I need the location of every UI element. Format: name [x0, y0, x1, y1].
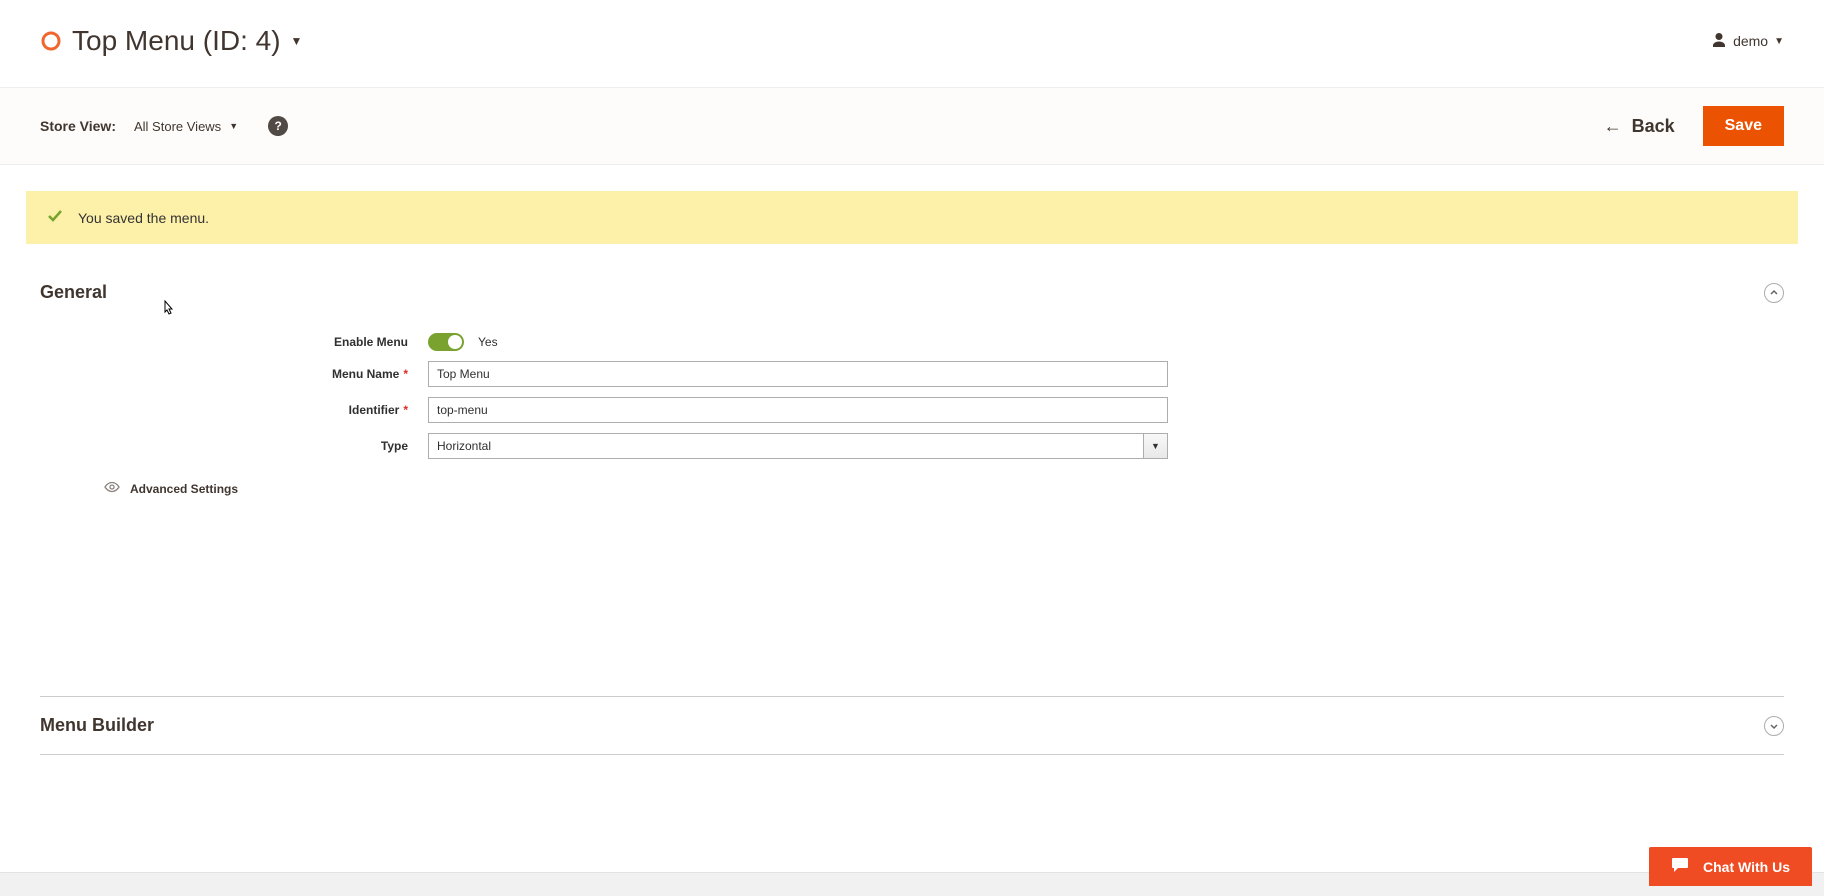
chat-icon	[1671, 857, 1689, 876]
menu-name-input[interactable]	[428, 361, 1168, 387]
chat-widget[interactable]: Chat With Us	[1649, 847, 1812, 886]
toggle-knob	[448, 335, 462, 349]
enable-menu-label: Enable Menu	[40, 335, 428, 349]
save-button[interactable]: Save	[1703, 106, 1784, 146]
enable-menu-value: Yes	[478, 335, 498, 349]
toolbar: Store View: All Store Views ▼ ? ← Back S…	[0, 87, 1824, 165]
advanced-settings-label: Advanced Settings	[130, 482, 238, 496]
arrow-left-icon: ←	[1604, 116, 1622, 137]
user-icon	[1711, 32, 1727, 51]
menu-name-label: Menu Name*	[40, 367, 428, 381]
page-title-text: Top Menu (ID: 4)	[72, 25, 281, 57]
general-section: General Enable Menu Yes Menu Name*	[40, 282, 1784, 496]
store-view-label: Store View:	[40, 118, 116, 134]
collapse-down-icon[interactable]	[1764, 716, 1784, 736]
menu-builder-header[interactable]: Menu Builder	[40, 715, 1784, 736]
chat-label: Chat With Us	[1703, 859, 1790, 875]
back-label: Back	[1632, 116, 1675, 137]
general-title: General	[40, 282, 107, 303]
identifier-input[interactable]	[428, 397, 1168, 423]
general-section-header[interactable]: General	[40, 282, 1784, 303]
type-select[interactable]: Horizontal ▼	[428, 433, 1168, 459]
user-name: demo	[1733, 33, 1768, 49]
chevron-down-icon: ▼	[229, 121, 238, 131]
store-view-select[interactable]: All Store Views ▼	[134, 119, 238, 134]
page-header: Top Menu (ID: 4) ▼ demo ▼	[40, 25, 1784, 57]
chevron-down-icon: ▼	[291, 34, 303, 48]
notice-message: You saved the menu.	[78, 210, 209, 226]
logo-icon	[40, 30, 62, 52]
type-label: Type	[40, 439, 428, 453]
enable-menu-toggle[interactable]	[428, 333, 464, 351]
success-notice: You saved the menu.	[26, 191, 1798, 244]
chevron-down-icon: ▼	[1774, 36, 1784, 47]
back-button[interactable]: ← Back	[1604, 116, 1675, 137]
menu-builder-section: Menu Builder	[40, 696, 1784, 755]
page-title[interactable]: Top Menu (ID: 4) ▼	[72, 25, 302, 57]
identifier-label: Identifier*	[40, 403, 428, 417]
user-menu[interactable]: demo ▼	[1711, 32, 1784, 51]
help-icon[interactable]: ?	[268, 116, 288, 136]
check-icon	[46, 207, 64, 228]
chevron-down-icon[interactable]: ▼	[1144, 433, 1168, 459]
eye-icon	[104, 481, 120, 496]
bottom-bar	[0, 872, 1824, 896]
store-view-value: All Store Views	[134, 119, 221, 134]
advanced-settings-toggle[interactable]: Advanced Settings	[104, 481, 1784, 496]
menu-builder-title: Menu Builder	[40, 715, 154, 736]
collapse-up-icon[interactable]	[1764, 283, 1784, 303]
type-select-value: Horizontal	[428, 433, 1144, 459]
